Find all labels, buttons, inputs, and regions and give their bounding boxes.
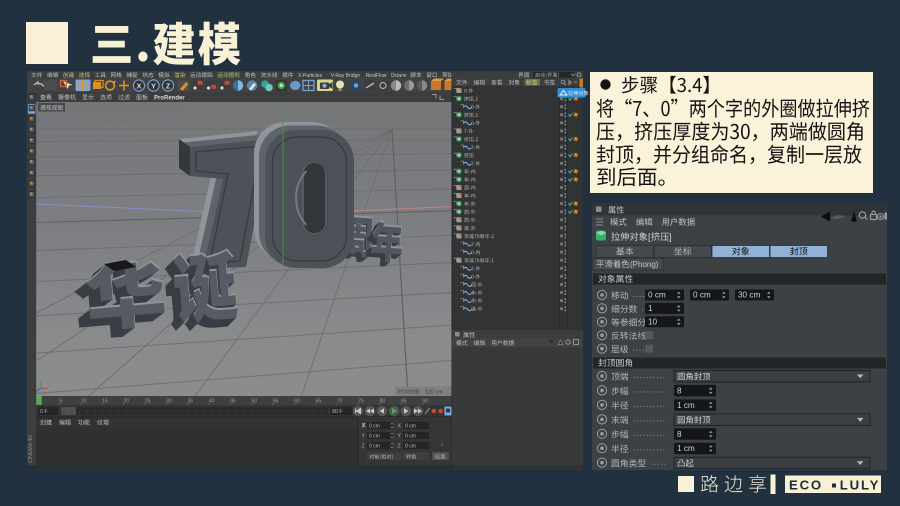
svg-text:1 cm: 1 cm	[677, 401, 695, 410]
svg-text:30 cm: 30 cm	[738, 291, 760, 300]
svg-text:V-Ray Bridge: V-Ray Bridge	[331, 73, 361, 79]
svg-text:75: 75	[358, 399, 364, 405]
svg-text:0 F: 0 F	[40, 409, 48, 415]
svg-text:50: 50	[252, 399, 258, 405]
svg-text:65: 65	[316, 399, 322, 405]
svg-text:55: 55	[273, 399, 279, 405]
svg-text:0 cm: 0 cm	[693, 291, 711, 300]
svg-text:°: °	[441, 444, 443, 450]
svg-text:ProRender: ProRender	[154, 95, 185, 101]
svg-text:Y: Y	[151, 81, 156, 90]
svg-text:]: ]	[669, 232, 672, 242]
svg-text:35: 35	[188, 399, 194, 405]
svg-text:X: X	[136, 81, 141, 90]
svg-text:X-Particles: X-Particles	[298, 73, 323, 79]
svg-text:0 cm: 0 cm	[369, 434, 380, 440]
svg-text:Z: Z	[362, 444, 365, 450]
svg-text:Y: Y	[362, 434, 366, 440]
svg-text:120 cm: 120 cm	[425, 390, 443, 396]
svg-text:20: 20	[123, 399, 129, 405]
svg-text:1 cm: 1 cm	[677, 444, 695, 453]
svg-text:0 cm: 0 cm	[405, 424, 416, 430]
svg-text:ECO: ECO	[789, 478, 823, 493]
svg-text:0 cm: 0 cm	[369, 444, 380, 450]
svg-text:LULY: LULY	[840, 478, 880, 493]
svg-text:5: 5	[59, 399, 62, 405]
svg-text:Y: Y	[398, 434, 402, 440]
svg-text:X: X	[362, 424, 366, 430]
svg-text:70: 70	[337, 399, 343, 405]
svg-text:0 cm: 0 cm	[405, 434, 416, 440]
svg-text:45: 45	[230, 399, 236, 405]
svg-text:0 cm: 0 cm	[369, 424, 380, 430]
svg-text:40: 40	[209, 399, 215, 405]
svg-text:0 cm: 0 cm	[405, 444, 416, 450]
svg-text:90: 90	[422, 399, 428, 405]
svg-text:25: 25	[145, 399, 151, 405]
svg-text:60: 60	[294, 399, 300, 405]
svg-text:Z: Z	[398, 444, 401, 450]
svg-text:8: 8	[677, 430, 682, 439]
svg-text:X: X	[398, 424, 402, 430]
svg-text:30: 30	[166, 399, 172, 405]
svg-text:15: 15	[102, 399, 108, 405]
svg-text:(Phong): (Phong)	[630, 260, 659, 269]
svg-text:85: 85	[401, 399, 407, 405]
svg-text:Z: Z	[166, 81, 171, 90]
svg-text:10: 10	[81, 399, 87, 405]
svg-text:90 F: 90 F	[332, 409, 342, 415]
svg-text:10: 10	[648, 317, 658, 326]
svg-text:0 cm: 0 cm	[648, 291, 666, 300]
svg-text:CINEMA 4D: CINEMA 4D	[28, 435, 34, 463]
svg-text:1: 1	[648, 304, 653, 313]
svg-text:8: 8	[677, 386, 682, 395]
svg-text:Octane: Octane	[391, 73, 407, 79]
svg-text:80: 80	[380, 399, 386, 405]
svg-text:RealFlow: RealFlow	[366, 73, 387, 79]
